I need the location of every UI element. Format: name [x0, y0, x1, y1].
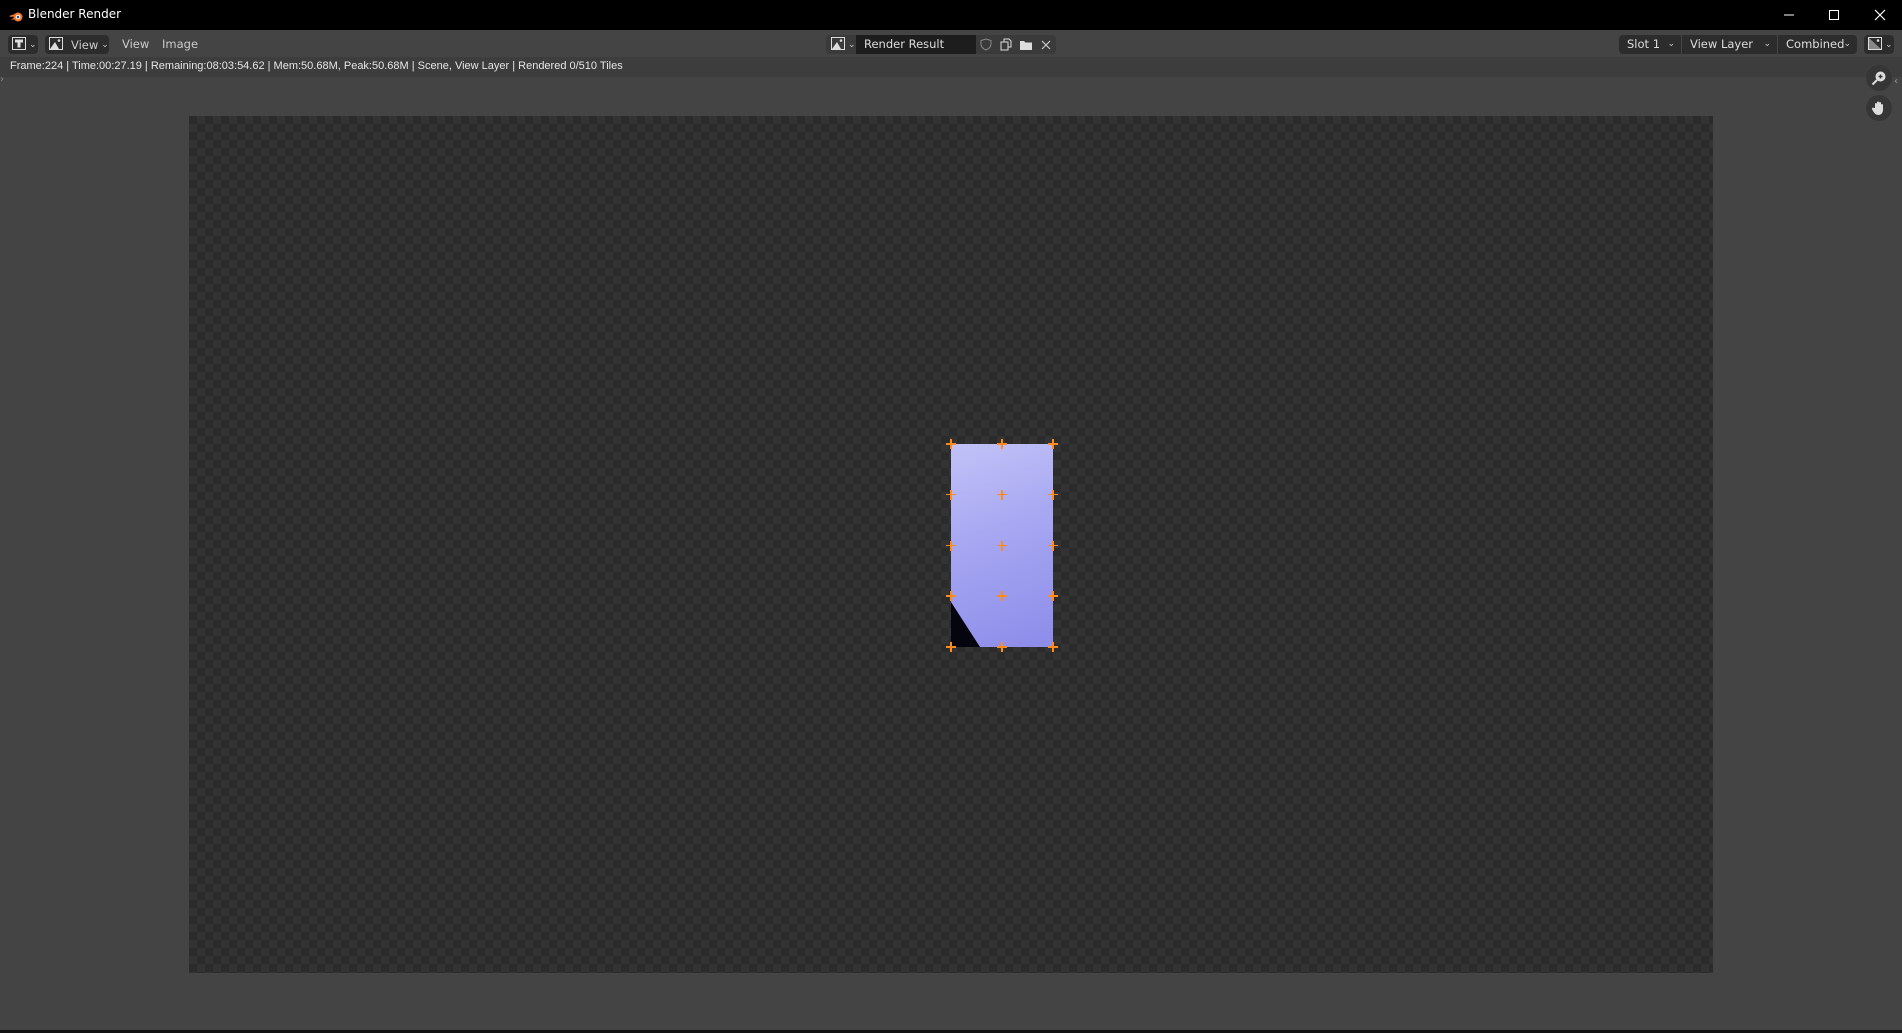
toolbar-expand-arrow-icon[interactable]: ›	[0, 74, 8, 86]
pan-button[interactable]	[1866, 95, 1892, 121]
maximize-icon	[1829, 10, 1839, 20]
mode-dropdown-label: View	[71, 37, 99, 52]
slot-dropdown[interactable]: Slot 1 ⌄	[1619, 35, 1681, 54]
duplicate-icon	[1000, 38, 1012, 51]
chevron-down-icon: ⌄	[1763, 39, 1771, 49]
render-info-bar: Frame:224 | Time:00:27.19 | Remaining:08…	[0, 57, 1902, 77]
chevron-down-icon: ⌄	[1667, 39, 1675, 49]
chevron-down-icon: ⌄	[29, 39, 37, 50]
close-window-button[interactable]	[1857, 0, 1902, 30]
new-image-button[interactable]	[996, 35, 1016, 54]
maximize-button[interactable]	[1811, 0, 1857, 30]
title-bar: Blender Render	[0, 0, 1902, 30]
tile-marker-icon	[997, 439, 1007, 449]
tile-marker-icon	[1048, 591, 1058, 602]
open-image-button[interactable]	[1016, 35, 1036, 54]
view-layer-value: View Layer	[1690, 37, 1754, 51]
tile-marker-icon	[946, 540, 956, 551]
tile-marker-icon	[1048, 439, 1058, 449]
editor-type-button[interactable]: ⌄	[8, 35, 38, 54]
tile-marker-icon	[946, 439, 956, 449]
mode-dropdown[interactable]: View ⌄	[45, 35, 109, 54]
slot-value: Slot 1	[1627, 37, 1661, 51]
unlink-image-button[interactable]	[1036, 35, 1056, 54]
tile-marker-icon	[946, 489, 956, 500]
chevron-down-icon: ⌄	[848, 39, 856, 50]
minimize-button[interactable]	[1766, 0, 1812, 30]
tile-marker-icon	[1048, 642, 1058, 652]
window-title: Blender Render	[28, 7, 122, 21]
tile-marker-icon	[997, 540, 1007, 551]
chevron-down-icon: ⌄	[101, 39, 109, 50]
tile-marker-icon	[946, 591, 956, 602]
zoom-button[interactable]	[1866, 65, 1892, 91]
view-layer-dropdown[interactable]: View Layer ⌄	[1682, 35, 1777, 54]
tile-marker-icon	[1048, 489, 1058, 500]
image-browse-button[interactable]: ⌄	[826, 35, 856, 54]
image-browse-icon	[831, 35, 845, 54]
image-name-value: Render Result	[864, 37, 945, 51]
tile-marker-icon	[997, 642, 1007, 652]
shield-icon	[980, 38, 992, 51]
menu-view[interactable]: View	[122, 35, 149, 54]
image-editor: ⌄ View ⌄ View Image ⌄ Render Result Slot…	[0, 30, 1902, 1030]
render-stats: Frame:224 | Time:00:27.19 | Remaining:08…	[10, 60, 623, 72]
render-pass-dropdown[interactable]: Combined ⌄	[1778, 35, 1857, 54]
minimize-icon	[1784, 14, 1794, 16]
zoom-icon	[1871, 71, 1886, 86]
tile-marker-icon	[946, 642, 956, 652]
sidebar-expand-arrow-icon[interactable]: ‹	[1894, 76, 1902, 92]
image-editor-icon	[12, 35, 26, 54]
chevron-down-icon: ⌄	[1885, 39, 1893, 50]
hand-icon	[1871, 101, 1883, 115]
image-icon	[49, 35, 63, 54]
render-pass-value: Combined	[1786, 37, 1845, 51]
tile-marker-icon	[1048, 540, 1058, 551]
display-channels-icon	[1868, 35, 1882, 54]
tile-marker-icon	[997, 591, 1007, 602]
chevron-down-icon: ⌄	[1843, 39, 1851, 49]
close-icon	[1041, 40, 1051, 49]
tile-marker-icon	[997, 489, 1007, 500]
blender-logo-icon	[8, 8, 24, 22]
editor-header: ⌄ View ⌄ View Image ⌄ Render Result Slot…	[0, 30, 1902, 57]
image-canvas[interactable]	[189, 116, 1713, 973]
close-icon	[1874, 9, 1886, 21]
fake-user-button[interactable]	[976, 35, 996, 54]
display-channels-dropdown[interactable]: ⌄	[1864, 35, 1894, 54]
image-name-field[interactable]: Render Result	[856, 35, 976, 54]
folder-icon	[1020, 40, 1032, 50]
menu-image[interactable]: Image	[162, 35, 198, 54]
